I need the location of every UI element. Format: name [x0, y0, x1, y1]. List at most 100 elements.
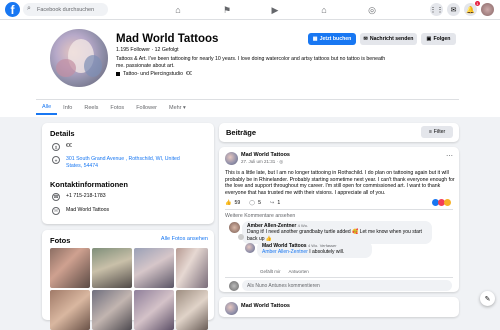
- photos-title: Fotos: [50, 236, 71, 245]
- more-comments-link[interactable]: Weitere Kommentare ansehen: [225, 213, 295, 219]
- reply-mention[interactable]: Amber Allen-Zentner: [262, 249, 308, 255]
- phone-icon: ☎: [52, 193, 60, 201]
- filter-icon: ≡: [428, 129, 432, 135]
- photo-thumbnail[interactable]: [50, 248, 90, 288]
- book-now-button[interactable]: ▦ Jetzt buchen: [308, 33, 356, 45]
- marketplace-icon[interactable]: ⌂: [318, 4, 330, 16]
- commenter-avatar[interactable]: [229, 222, 240, 233]
- flag-icon[interactable]: ⚑: [221, 4, 233, 16]
- share-icon: ↪: [269, 200, 275, 206]
- address-line-2[interactable]: States, 54474: [66, 163, 98, 169]
- photo-thumbnail[interactable]: [134, 248, 174, 288]
- profile-tabs: Alle Info Reels Fotos Follower Mehr ▾: [36, 101, 192, 115]
- messenger-icon[interactable]: ✉: [447, 3, 460, 16]
- search-input[interactable]: ⌕ Facebook durchsuchen: [23, 3, 108, 16]
- gaming-icon[interactable]: ◎: [366, 4, 378, 16]
- phone-row: ☎ +1 715-218-1783: [52, 193, 106, 201]
- facebook-logo-icon[interactable]: f: [5, 2, 20, 17]
- phone-number: +1 715-218-1783: [66, 193, 106, 199]
- contact-title: Kontaktinformationen: [50, 180, 128, 189]
- post-author[interactable]: Mad World Tattoos: [241, 152, 290, 158]
- comment-divider: [225, 277, 453, 278]
- price-row: $ €€: [52, 143, 72, 151]
- post-body: This is a little late, but I am no longe…: [225, 170, 455, 196]
- tab-reels[interactable]: Reels: [78, 101, 104, 115]
- messenger-icon: ✉: [363, 36, 368, 42]
- tab-photos[interactable]: Fotos: [104, 101, 130, 115]
- photo-thumbnail[interactable]: [50, 290, 90, 330]
- send-message-button[interactable]: ✉ Nachricht senden: [360, 33, 417, 45]
- like-comment-button[interactable]: Gefällt mir: [260, 269, 281, 274]
- reaction-emojis[interactable]: [432, 199, 451, 206]
- top-navigation-bar: f ⌕ Facebook durchsuchen ⌂ ⚑ ▶ ⌂ ◎ ⋮⋮ ✉ …: [0, 0, 500, 20]
- comment-text: Dang it! I need another grandbaby turtle…: [247, 229, 422, 242]
- thread-dot: [238, 234, 244, 240]
- price-icon: $: [52, 143, 60, 151]
- tab-more[interactable]: Mehr ▾: [163, 101, 192, 115]
- comment-time: 4 Wo.: [297, 223, 309, 228]
- filter-button[interactable]: ≡ Filter: [421, 126, 453, 138]
- photo-thumbnail[interactable]: [134, 290, 174, 330]
- search-icon: ⌕: [27, 5, 31, 12]
- address-row[interactable]: ⌖ 301 South Grand Avenue , Rothschild, W…: [52, 156, 180, 169]
- location-pin-icon: ⌖: [52, 156, 60, 164]
- price-range: €€: [185, 71, 192, 77]
- globe-icon: ◎: [279, 159, 284, 164]
- reply-actions: Gefällt mir Antworten: [260, 269, 309, 274]
- account-avatar[interactable]: [481, 3, 494, 16]
- home-icon[interactable]: ⌂: [172, 4, 184, 16]
- photo-thumbnail[interactable]: [176, 290, 208, 330]
- tab-info[interactable]: Info: [57, 101, 78, 115]
- post-author-avatar[interactable]: [225, 302, 238, 315]
- comment-count[interactable]: 5: [258, 200, 261, 206]
- reply-bubble: Mad World Tattoos 4 Wo. Verfasser Amber …: [257, 241, 372, 258]
- page-bio: Tattoos & Art. I've been tattooing for n…: [116, 56, 386, 69]
- current-user-avatar: [229, 281, 239, 291]
- post-card: [219, 147, 459, 292]
- photo-thumbnail[interactable]: [92, 290, 132, 330]
- tab-followers[interactable]: Follower: [130, 101, 163, 115]
- menu-grid-icon[interactable]: ⋮⋮: [430, 3, 444, 16]
- compose-message-icon[interactable]: ✎: [480, 291, 495, 306]
- reaction-count[interactable]: 59: [234, 200, 240, 206]
- care-reaction-icon: [444, 199, 451, 206]
- like-icon: 👍: [225, 200, 232, 206]
- reply-author-avatar[interactable]: [245, 243, 255, 253]
- photo-thumbnail[interactable]: [92, 248, 132, 288]
- photos-card: Fotos Alle Fotos ansehen: [42, 230, 214, 330]
- reply-time: 4 Wo.: [307, 243, 319, 248]
- post-timestamp[interactable]: 27. Juli um 21:31 · ◎: [241, 159, 283, 165]
- reply-button[interactable]: Antworten: [289, 269, 309, 274]
- follow-button[interactable]: ▣ Folgen: [421, 33, 456, 45]
- messenger-row[interactable]: ✉ Mad World Tattoos: [52, 207, 109, 215]
- details-title: Details: [50, 129, 75, 138]
- notifications-icon[interactable]: 🔔 1: [464, 1, 480, 16]
- post-author[interactable]: Mad World Tattoos: [241, 303, 290, 309]
- posts-title: Beiträge: [226, 128, 257, 137]
- post-stats: 👍 59 ◯ 5 ↪ 1: [225, 200, 280, 206]
- post-author-avatar[interactable]: [225, 152, 238, 165]
- all-photos-link[interactable]: Alle Fotos ansehen: [161, 236, 208, 242]
- comment-input[interactable]: Als Nuno Antunes kommentieren: [242, 280, 452, 291]
- share-count[interactable]: 1: [277, 200, 280, 206]
- post-divider: [225, 209, 453, 210]
- notification-badge: 1: [474, 1, 480, 6]
- follow-icon: ▣: [426, 36, 432, 42]
- category-icon: [116, 72, 120, 76]
- calendar-icon: ▦: [312, 36, 318, 42]
- messenger-name[interactable]: Mad World Tattoos: [66, 207, 109, 213]
- video-icon[interactable]: ▶: [269, 4, 281, 16]
- tab-divider: [36, 99, 459, 100]
- details-card: Details $ €€ ⌖ 301 South Grand Avenue , …: [42, 123, 214, 224]
- page-title: Mad World Tattoos: [116, 33, 219, 45]
- reply-author[interactable]: Mad World Tattoos: [262, 243, 307, 249]
- follower-count[interactable]: 1.195 Follower · 12 Gefolgt: [116, 47, 179, 53]
- profile-picture[interactable]: [48, 27, 110, 89]
- photo-thumbnail[interactable]: [176, 248, 208, 288]
- search-placeholder: Facebook durchsuchen: [37, 6, 95, 13]
- address-line-1[interactable]: 301 South Grand Avenue , Rothschild, WI,…: [66, 156, 180, 162]
- comment-icon: ◯: [249, 200, 256, 206]
- tab-all[interactable]: Alle: [36, 101, 58, 115]
- post-options-icon[interactable]: ⋯: [446, 152, 453, 160]
- reply-text: I absolutely will.: [307, 249, 345, 256]
